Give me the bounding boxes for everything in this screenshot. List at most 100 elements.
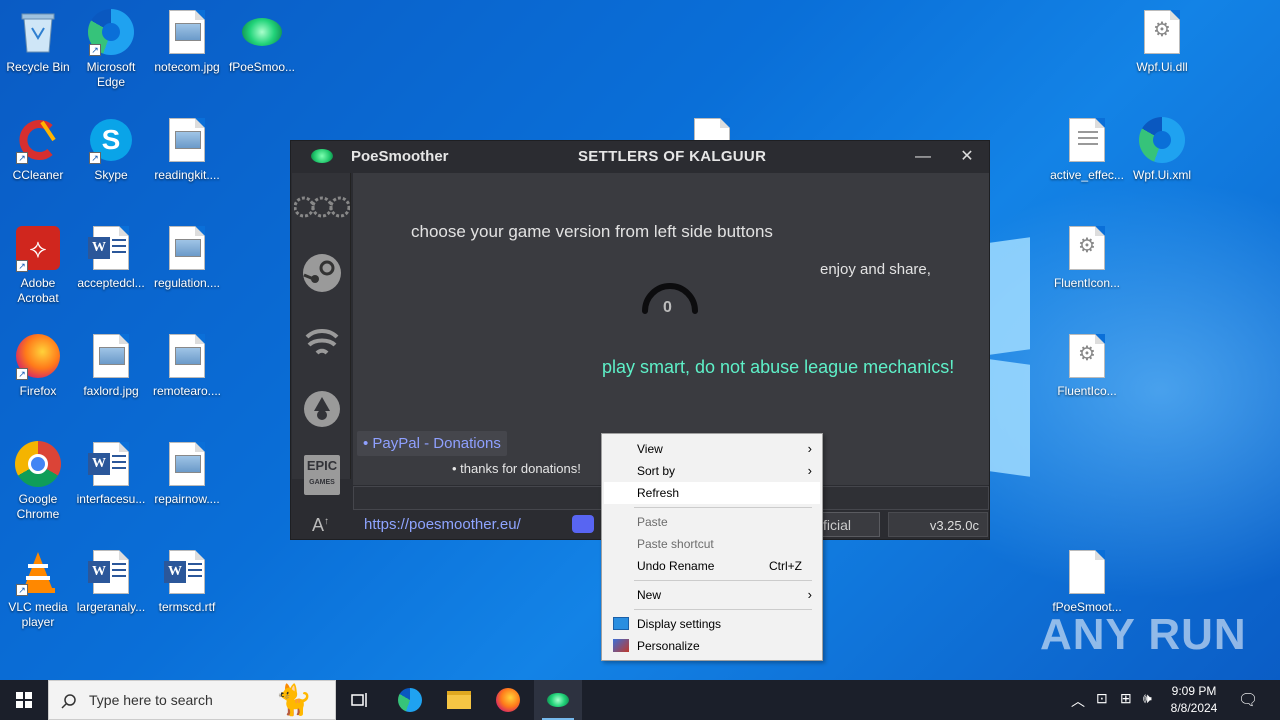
desktop-icon-label: readingkit.... [154, 168, 220, 182]
desktop-icon-word-doc[interactable]: W interfacesu... [73, 440, 149, 507]
epic-button[interactable]: EPIC GAMES [300, 453, 344, 497]
desktop-icon-label: Wpf.Ui.dll [1136, 60, 1188, 74]
instruction-text: choose your game version from left side … [411, 222, 773, 241]
desktop-icon-firefox[interactable]: ↗ Firefox [0, 332, 76, 399]
poesmoother-icon [547, 693, 569, 707]
menu-item-refresh[interactable]: Refresh [604, 482, 820, 504]
minimize-button[interactable]: — [908, 144, 938, 170]
image-file-icon [163, 116, 211, 164]
desktop-icon-skype[interactable]: S ↗ Skype [73, 116, 149, 183]
desktop-icon-vlc[interactable]: ↗ VLC media player [0, 548, 76, 630]
desktop-icon-image[interactable]: faxlord.jpg [73, 332, 149, 399]
windows-icon [16, 692, 32, 708]
paypal-donations-link[interactable]: • PayPal - Donations [357, 431, 507, 456]
desktop-icon-edge[interactable]: ↗ Microsoft Edge [73, 8, 149, 90]
menu-item-display-settings[interactable]: Display settings [604, 613, 820, 635]
website-link[interactable]: https://poesmoother.eu/ [364, 516, 521, 533]
menu-item-personalize[interactable]: Personalize [604, 635, 820, 657]
chevron-up-icon[interactable]: ︿ [1071, 691, 1085, 720]
desktop-icon-ccleaner[interactable]: ↗ CCleaner [0, 116, 76, 183]
taskbar-file-explorer[interactable] [435, 680, 483, 720]
menu-item-paste[interactable]: Paste [604, 511, 820, 533]
word-document-icon: W [87, 440, 135, 488]
word-document-icon: W [87, 548, 135, 596]
garena-button[interactable] [300, 321, 344, 365]
desktop-icon-label: termscd.rtf [158, 600, 216, 614]
taskbar-firefox[interactable] [484, 680, 532, 720]
edge-icon [398, 688, 422, 712]
desktop-icon-word-doc[interactable]: W largeranaly... [73, 548, 149, 615]
word-document-icon: W [163, 548, 211, 596]
edge-icon: ↗ [87, 8, 135, 56]
discord-icon[interactable] [572, 515, 594, 533]
tencent-button[interactable] [300, 387, 344, 431]
ggg-button[interactable] [294, 185, 350, 229]
clock-time: 9:09 PM [1171, 684, 1217, 698]
menu-label: Refresh [637, 486, 680, 500]
image-file-icon [163, 440, 211, 488]
taskbar-edge[interactable] [386, 680, 434, 720]
task-view-button[interactable] [336, 680, 384, 720]
sidebar: EPIC GAMES [292, 173, 351, 495]
chevron-right-icon: › [807, 441, 812, 456]
ggg-icon [294, 196, 350, 218]
menu-shortcut: Ctrl+Z [769, 559, 802, 573]
league-title: SETTLERS OF KALGUUR [578, 148, 767, 165]
desktop-icon-xml[interactable]: Wpf.Ui.xml [1124, 116, 1200, 183]
desktop-icon-poesmoother[interactable]: fPoeSmoo... [224, 8, 300, 75]
menu-item-sort-by[interactable]: Sort by › [604, 460, 820, 482]
clock[interactable]: 9:09 PM 8/8/2024 [1158, 683, 1230, 717]
acrobat-icon: ⟡ ↗ [14, 224, 62, 272]
folder-icon [447, 691, 471, 709]
title-bar[interactable]: PoeSmoother SETTLERS OF KALGUUR — ✕ [291, 141, 989, 172]
network-adapter-icon[interactable]: ⊡ [1096, 690, 1108, 720]
volume-icon[interactable]: 🕪 [1143, 690, 1152, 720]
desktop-icon-image[interactable]: notecom.jpg [149, 8, 225, 75]
desktop-icon-file[interactable]: active_effec... [1049, 116, 1125, 183]
desktop-icon-image[interactable]: readingkit.... [149, 116, 225, 183]
desktop-icon-label: faxlord.jpg [83, 384, 139, 398]
garena-icon [305, 329, 339, 355]
desktop-icon-chrome[interactable]: Google Chrome [0, 440, 76, 522]
desktop-icon-label: VLC media player [8, 600, 68, 629]
steam-button[interactable] [300, 251, 344, 295]
firefox-icon [496, 688, 520, 712]
desktop-icon-file[interactable]: fPoeSmoot... [1049, 548, 1125, 615]
desktop-icon-dll[interactable]: ⚙ FluentIcon... [1049, 224, 1125, 291]
image-file-icon [163, 8, 211, 56]
enjoy-text: enjoy and share, [820, 261, 931, 278]
desktop-icon-recycle-bin[interactable]: Recycle Bin [0, 8, 76, 75]
notification-icon[interactable]: 🗨 [1238, 690, 1258, 720]
desktop-icon-image[interactable]: regulation.... [149, 224, 225, 291]
desktop-icon-label: FluentIco... [1057, 384, 1117, 398]
taskbar-poesmoother[interactable] [534, 680, 582, 720]
start-button[interactable] [0, 680, 48, 720]
skype-icon: S ↗ [87, 116, 135, 164]
version-label: v3.25.0c [888, 512, 988, 537]
desktop-icon-label: acceptedcl... [77, 276, 145, 290]
desktop-icon-image[interactable]: remotearo.... [149, 332, 225, 399]
word-document-icon: W [87, 224, 135, 272]
desktop-icon-word-doc[interactable]: W termscd.rtf [149, 548, 225, 615]
text-file-icon [1063, 116, 1111, 164]
network-icon[interactable]: ⊞ [1120, 690, 1132, 720]
epic-icon: EPIC GAMES [304, 455, 340, 495]
menu-item-undo-rename[interactable]: Undo Rename Ctrl+Z [604, 555, 820, 577]
menu-label: Paste shortcut [637, 537, 714, 551]
menu-label: Undo Rename [637, 559, 715, 573]
menu-item-view[interactable]: View › [604, 438, 820, 460]
desktop-icon-word-doc[interactable]: W acceptedcl... [73, 224, 149, 291]
close-button[interactable]: ✕ [952, 144, 982, 170]
taskbar-search[interactable]: Type here to search 🐈 [48, 680, 336, 720]
desktop-icon-adobe-acrobat[interactable]: ⟡ ↗ Adobe Acrobat [0, 224, 76, 306]
font-size-icon[interactable]: A↑ [312, 515, 329, 536]
desktop-icon-label: regulation.... [153, 276, 221, 290]
menu-item-paste-shortcut[interactable]: Paste shortcut [604, 533, 820, 555]
menu-label: View [637, 442, 663, 456]
menu-label: New [637, 588, 662, 602]
desktop-icon-image[interactable]: repairnow.... [149, 440, 225, 507]
display-icon [613, 617, 629, 630]
desktop-icon-dll[interactable]: ⚙ FluentIco... [1049, 332, 1125, 399]
menu-item-new[interactable]: New › [604, 584, 820, 606]
desktop-icon-dll[interactable]: ⚙ Wpf.Ui.dll [1124, 8, 1200, 75]
